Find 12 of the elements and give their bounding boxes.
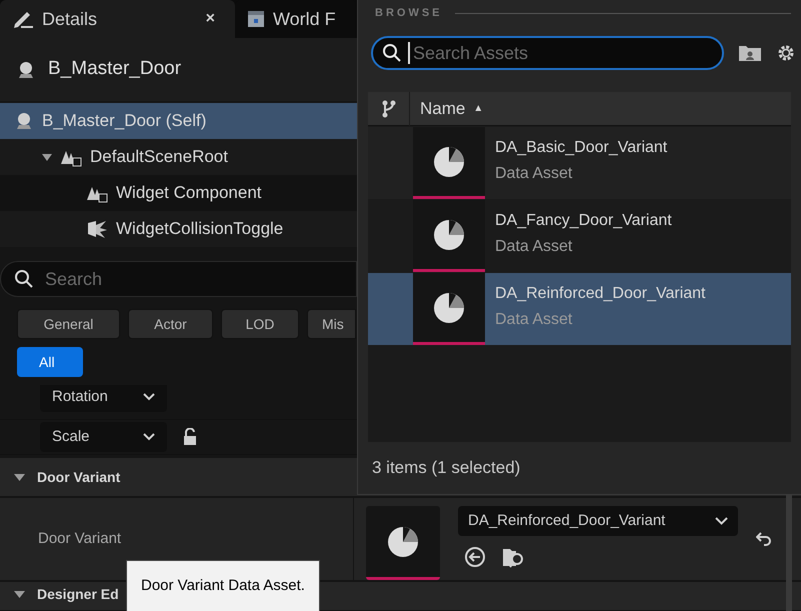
status-text: 3 items (1 selected) — [372, 457, 520, 480]
asset-name: DA_Fancy_Door_Variant — [495, 211, 672, 231]
asset-type: Data Asset — [495, 237, 574, 257]
asset-type: Data Asset — [495, 164, 574, 184]
asset-name: DA_Reinforced_Door_Variant — [495, 284, 706, 304]
actor-name: B_Master_Door — [48, 57, 182, 82]
section-label: BROWSE — [375, 6, 442, 21]
tooltip: Door Variant Data Asset. — [126, 560, 320, 611]
asset-type: Data Asset — [495, 310, 574, 330]
sort-indicator: ▲ — [473, 102, 484, 116]
property-label: Door Variant — [38, 528, 122, 549]
asset-name: DA_Basic_Door_Variant — [495, 138, 668, 158]
